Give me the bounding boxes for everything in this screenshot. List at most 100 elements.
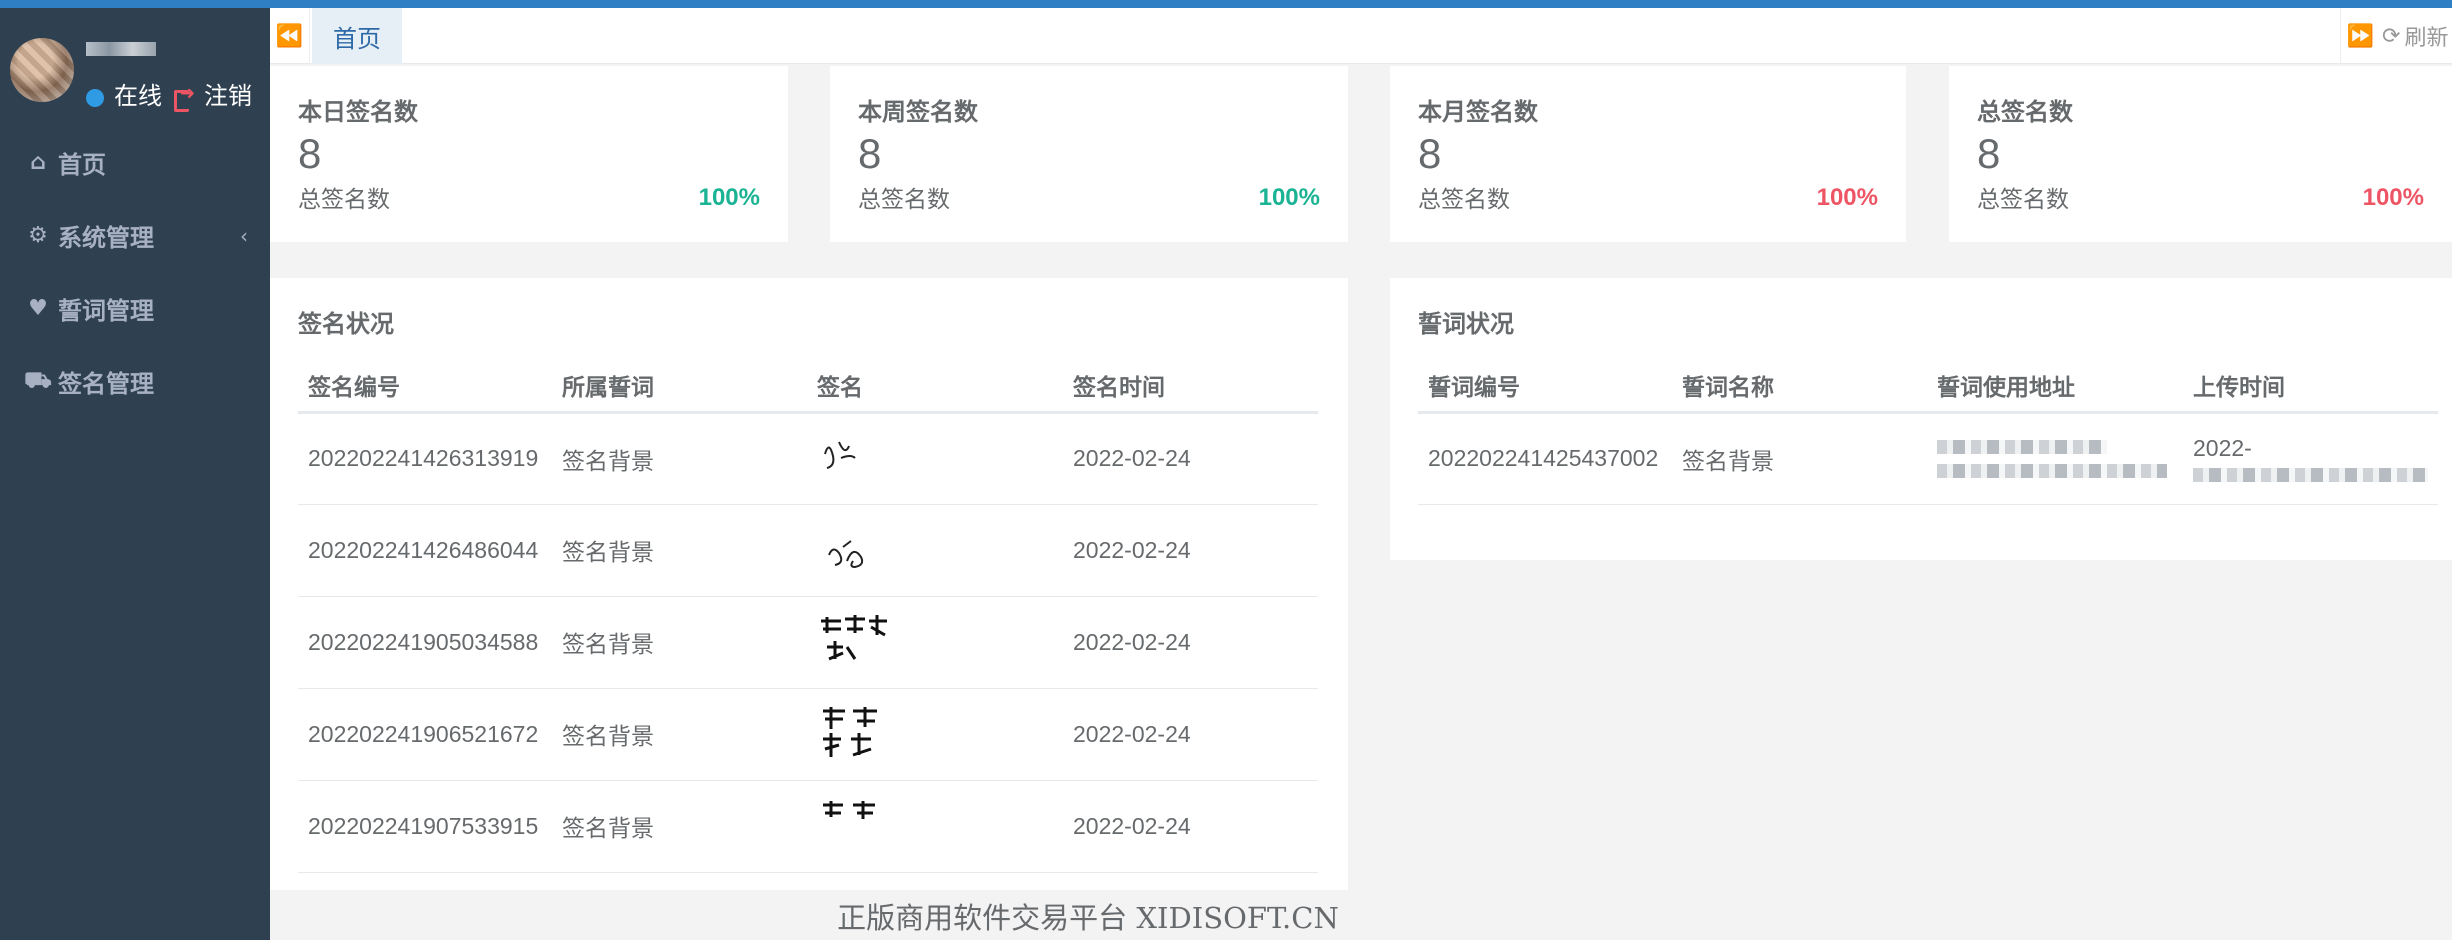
blurred-text [2193,468,2428,482]
column-header: 誓词使用地址 [1927,360,2183,414]
refresh-icon: ⟳ [2382,23,2401,49]
oath-upload-time: 2022- [2183,412,2438,505]
stat-subtitle: 总签名数 [1418,186,1510,212]
stat-value: 8 [1418,130,1442,177]
sidebar-item-label: 首页 [58,152,106,179]
signature-id: 202202241426486044 [298,504,552,597]
home-icon: ⌂ [30,150,46,175]
user-profile: 在线 注销 [10,30,265,112]
stat-percent: 100% [1258,184,1320,211]
avatar[interactable] [10,38,74,102]
tab-scroll-left-button[interactable]: ⏪ [270,8,310,64]
signature-id: 202202241906521672 [298,688,552,781]
oath-table: 誓词编号 誓词名称 誓词使用地址 上传时间 202202241425437002… [1418,360,2438,505]
table-row: 202202241426486044 签名背景 2022-02-24 [298,504,1318,597]
signature-image[interactable] [807,504,1063,597]
table-row: 202202241907533915 签名背景 2022-02-24 [298,780,1318,873]
table-row: 202202241905034588 签名背景 2022-02-24 [298,596,1318,689]
panel-title: 签名状况 [298,311,394,338]
table-row: 202202241906521672 签名背景 2022-02-24 [298,688,1318,781]
blurred-text [1937,463,2167,478]
blurred-text [1937,439,2107,454]
oath-status-panel: 誓词状况 誓词编号 誓词名称 誓词使用地址 上传时间 2022022414254… [1390,278,2452,560]
stat-percent: 100% [1816,184,1878,211]
signature-oath: 签名背景 [552,504,807,597]
signature-oath: 签名背景 [552,688,807,781]
logout-link[interactable]: 注销 [174,76,252,112]
stat-percent: 100% [698,184,760,211]
sidebar-nav: ⌂ 首页 ⚙ 系统管理 ‹ ♥ 誓词管理 ⛟ 签名管理 [0,126,270,418]
table-row: 202202241426313919 签名背景 2022-02-24 [298,412,1318,505]
signature-image[interactable] [807,688,1063,781]
username-blurred [86,42,156,56]
table-header-row: 誓词编号 誓词名称 誓词使用地址 上传时间 [1418,360,2438,414]
footer-watermark: 正版商用软件交易平台 XIDISOFT.CN [837,901,1339,935]
sidebar: 在线 注销 ⌂ 首页 ⚙ 系统管理 ‹ ♥ 誓词管理 ⛟ 签名管理 [0,8,270,940]
sidebar-item-label: 签名管理 [58,371,154,398]
sidebar-item-home[interactable]: ⌂ 首页 [0,126,270,199]
tab-scroll-right-button[interactable]: ⏩ [2340,8,2380,64]
column-header: 誓词编号 [1418,360,1672,414]
signature-status-panel: 签名状况 签名编号 所属誓词 签名 签名时间 20220224142631391… [270,278,1348,890]
stat-title: 本日签名数 [298,99,418,126]
signature-id: 202202241907533915 [298,780,552,873]
stat-title: 本周签名数 [858,99,978,126]
stat-subtitle: 总签名数 [298,186,390,212]
signature-oath: 签名背景 [552,412,807,505]
signature-time: 2022-02-24 [1063,412,1318,505]
stat-value: 8 [298,130,322,177]
column-header: 签名编号 [298,360,552,414]
stat-value: 8 [858,130,882,177]
online-dot-icon [86,88,104,107]
table-header-row: 签名编号 所属誓词 签名 签名时间 [298,360,1318,414]
column-header: 上传时间 [2183,360,2438,414]
column-header: 签名 [807,360,1063,414]
panel-title: 誓词状况 [1418,311,1514,338]
signature-id: 202202241426313919 [298,412,552,505]
signature-image[interactable] [807,596,1063,689]
signature-image[interactable] [807,780,1063,873]
stat-card-week: 本周签名数 8 总签名数 100% [830,66,1348,242]
sidebar-item-signature[interactable]: ⛟ 签名管理 [0,345,270,418]
online-status: 在线 [86,76,162,111]
column-header: 签名时间 [1063,360,1318,414]
stat-card-total: 总签名数 8 总签名数 100% [1949,66,2452,242]
stat-title: 总签名数 [1977,99,2073,126]
tab-home[interactable]: 首页 [312,8,402,64]
signature-oath: 签名背景 [552,780,807,873]
signature-time: 2022-02-24 [1063,596,1318,689]
stat-card-month: 本月签名数 8 总签名数 100% [1390,66,1906,242]
column-header: 誓词名称 [1672,360,1927,414]
heart-icon: ♥ [28,296,48,321]
signature-id: 202202241905034588 [298,596,552,689]
stat-subtitle: 总签名数 [858,186,950,212]
tab-bar: ⏪ 首页 ⏩ ⟳ 刷新 [270,8,2452,64]
user-status-row: 在线 注销 [86,76,252,112]
sidebar-item-system[interactable]: ⚙ 系统管理 ‹ [0,199,270,272]
signature-time: 2022-02-24 [1063,504,1318,597]
signature-time: 2022-02-24 [1063,688,1318,781]
oath-address-blurred [1927,412,2183,505]
signature-image[interactable] [807,412,1063,505]
signature-table: 签名编号 所属誓词 签名 签名时间 202202241426313919 签名背… [298,360,1318,873]
top-accent-bar [0,0,2452,8]
table-row: 202202241425437002 签名背景 2022- [1418,412,2438,505]
oath-id: 202202241425437002 [1418,412,1672,505]
sidebar-item-oath[interactable]: ♥ 誓词管理 [0,272,270,345]
stat-percent: 100% [2362,184,2424,211]
stat-subtitle: 总签名数 [1977,186,2069,212]
sidebar-item-label: 誓词管理 [58,298,154,325]
stat-value: 8 [1977,130,2001,177]
signature-oath: 签名背景 [552,596,807,689]
stat-title: 本月签名数 [1418,99,1538,126]
chevron-left-icon: ‹ [240,223,248,248]
sidebar-item-label: 系统管理 [58,225,154,252]
logout-icon [174,83,195,112]
column-header: 所属誓词 [552,360,807,414]
car-icon: ⛟ [24,367,52,393]
gear-icon: ⚙ [28,223,48,248]
stat-card-today: 本日签名数 8 总签名数 100% [270,66,788,242]
signature-time: 2022-02-24 [1063,780,1318,873]
refresh-button[interactable]: ⟳ 刷新 [2382,8,2448,64]
oath-name: 签名背景 [1672,412,1927,505]
